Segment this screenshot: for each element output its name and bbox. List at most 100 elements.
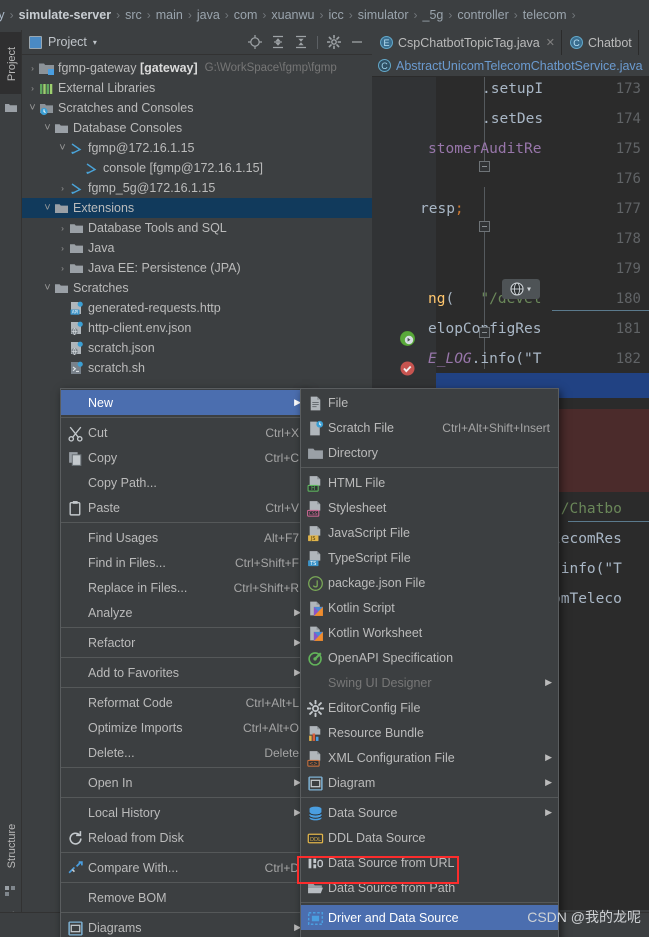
- menu-item-find-in-files[interactable]: Find in Files... Ctrl+Shift+F: [61, 550, 307, 575]
- project-tree[interactable]: › fgmp-gateway [gateway] G:\WorkSpace\fgmp…: [22, 55, 372, 378]
- breadcrumb-item-com[interactable]: com: [232, 8, 260, 22]
- menu-item-cut[interactable]: Cut Ctrl+X: [61, 420, 307, 445]
- breadcrumb-item--5g[interactable]: _5g: [421, 8, 446, 22]
- menu-item-new[interactable]: New ▶: [61, 390, 307, 415]
- menu-item-diagrams[interactable]: Diagrams ▶: [61, 915, 307, 937]
- chevron-right-icon[interactable]: ›: [26, 83, 39, 93]
- tree-row[interactable]: ›console [fgmp@172.16.1.15]: [22, 158, 372, 178]
- chevron-down-icon[interactable]: ˅: [26, 102, 39, 114]
- menu-item-remove-bom[interactable]: Remove BOM: [61, 885, 307, 910]
- chevron-right-icon[interactable]: ›: [26, 63, 39, 73]
- submenu-item-data-source-from-url[interactable]: Data Source from URL: [301, 850, 558, 875]
- breadcrumb-item-telecom[interactable]: telecom: [521, 8, 569, 22]
- menu-item-open-in[interactable]: Open In ▶: [61, 770, 307, 795]
- chevron-down-icon[interactable]: ˅: [41, 202, 54, 214]
- menu-item-analyze[interactable]: Analyze ▶: [61, 600, 307, 625]
- submenu-item-scratch-file[interactable]: Scratch File Ctrl+Alt+Shift+Insert: [301, 415, 558, 440]
- hide-panel-icon[interactable]: [350, 35, 364, 49]
- bookmark-gutter-icon[interactable]: [400, 361, 415, 376]
- tree-row[interactable]: › Database Tools and SQL: [22, 218, 372, 238]
- fold-toggle-icon[interactable]: [479, 327, 490, 338]
- breadcrumb-item-controller[interactable]: controller: [455, 8, 510, 22]
- submenu-item-html-file[interactable]: H HTML File: [301, 470, 558, 495]
- menu-item-local-history[interactable]: Local History ▶: [61, 800, 307, 825]
- submenu-item-kotlin-worksheet[interactable]: Kotlin Worksheet: [301, 620, 558, 645]
- tree-row[interactable]: ›APIgenerated-requests.http: [22, 298, 372, 318]
- close-icon[interactable]: ✕: [546, 36, 555, 49]
- submenu-item-directory[interactable]: Directory: [301, 440, 558, 465]
- submenu-item-data-source-from-path[interactable]: Data Source from Path: [301, 875, 558, 900]
- chevron-down-icon[interactable]: ˅: [56, 142, 69, 154]
- breadcrumb-item-simulate-server[interactable]: simulate-server: [17, 8, 113, 22]
- menu-item-copy-path[interactable]: Copy Path...: [61, 470, 307, 495]
- tree-row[interactable]: › fgmp-gateway [gateway] G:\WorkSpace\fgmp…: [22, 58, 372, 78]
- collapse-all-icon[interactable]: [294, 35, 308, 49]
- fold-toggle-icon[interactable]: [479, 221, 490, 232]
- chevron-right-icon[interactable]: ›: [56, 223, 69, 233]
- context-menu[interactable]: New ▶ Cut Ctrl+X Copy Ctrl+C Copy Path... Paste…: [60, 388, 308, 937]
- tree-row[interactable]: ›scratch.json: [22, 338, 372, 358]
- locate-icon[interactable]: [248, 35, 262, 49]
- editor-tab[interactable]: C Chatbot: [562, 30, 639, 55]
- submenu-item-driver-and-data-source[interactable]: Driver and Data Source: [301, 905, 558, 930]
- tree-row[interactable]: › External Libraries: [22, 78, 372, 98]
- submenu-item-driver[interactable]: Driver: [301, 930, 558, 937]
- chevron-down-icon[interactable]: ˅: [41, 282, 54, 294]
- submenu-item-openapi-specification[interactable]: OpenAPI Specification: [301, 645, 558, 670]
- editor-tab[interactable]: E CspChatbotTopicTag.java ✕: [372, 30, 562, 55]
- sidebar-item-project[interactable]: Project: [6, 38, 18, 90]
- tree-row[interactable]: ˅ Scratches: [22, 278, 372, 298]
- submenu-item-editorconfig-file[interactable]: EditorConfig File: [301, 695, 558, 720]
- breadcrumb[interactable]: teway›simulate-server›src›main›java›com›…: [0, 0, 649, 30]
- breadcrumb-item-main[interactable]: main: [154, 8, 185, 22]
- sidebar-item-structure[interactable]: Structure: [6, 812, 18, 880]
- submenu-item-diagram[interactable]: Diagram ▶: [301, 770, 558, 795]
- fold-toggle-icon[interactable]: [479, 161, 490, 172]
- run-gutter-icon[interactable]: [400, 331, 415, 346]
- submenu-item-javascript-file[interactable]: JS JavaScript File: [301, 520, 558, 545]
- submenu-item-xml-configuration-file[interactable]: <> XML Configuration File ▶: [301, 745, 558, 770]
- tree-row[interactable]: ˅ Extensions: [22, 198, 372, 218]
- breadcrumb-item-src[interactable]: src: [123, 8, 144, 22]
- editor-tab-bar[interactable]: E CspChatbotTopicTag.java ✕ C Chatbot: [372, 30, 649, 55]
- submenu-item-kotlin-script[interactable]: Kotlin Script: [301, 595, 558, 620]
- submenu-item-file[interactable]: File: [301, 390, 558, 415]
- tree-row[interactable]: ˅ Scratches and Consoles: [22, 98, 372, 118]
- tree-row[interactable]: › Java: [22, 238, 372, 258]
- menu-item-compare-with[interactable]: Compare With... Ctrl+D: [61, 855, 307, 880]
- tree-row[interactable]: ˅ Database Consoles: [22, 118, 372, 138]
- tree-row[interactable]: ˅ fgmp@172.16.1.15: [22, 138, 372, 158]
- tree-row[interactable]: › Java EE: Persistence (JPA): [22, 258, 372, 278]
- breadcrumb-item-teway[interactable]: teway: [0, 8, 7, 22]
- chevron-right-icon[interactable]: ›: [56, 183, 69, 193]
- chevron-right-icon[interactable]: ›: [56, 243, 69, 253]
- chevron-down-icon[interactable]: ˅: [41, 122, 54, 134]
- menu-item-copy[interactable]: Copy Ctrl+C: [61, 445, 307, 470]
- expand-all-icon[interactable]: [271, 35, 285, 49]
- breadcrumb-item-java[interactable]: java: [195, 8, 222, 22]
- submenu-item-typescript-file[interactable]: TS TypeScript File: [301, 545, 558, 570]
- editor-sub-tab[interactable]: C AbstractUnicomTelecomChatbotService.ja…: [372, 55, 649, 77]
- web-reference-widget[interactable]: ▾: [502, 279, 540, 299]
- tree-row[interactable]: ›http-client.env.json: [22, 318, 372, 338]
- submenu-item-data-source[interactable]: Data Source ▶: [301, 800, 558, 825]
- menu-item-replace-in-files[interactable]: Replace in Files... Ctrl+Shift+R: [61, 575, 307, 600]
- menu-item-delete[interactable]: Delete... Delete: [61, 740, 307, 765]
- menu-item-reload-from-disk[interactable]: Reload from Disk: [61, 825, 307, 850]
- menu-item-find-usages[interactable]: Find Usages Alt+F7: [61, 525, 307, 550]
- breadcrumb-item-simulator[interactable]: simulator: [356, 8, 411, 22]
- menu-item-reformat-code[interactable]: Reformat Code Ctrl+Alt+L: [61, 690, 307, 715]
- submenu-item-resource-bundle[interactable]: Resource Bundle: [301, 720, 558, 745]
- submenu-item-stylesheet[interactable]: CSS Stylesheet: [301, 495, 558, 520]
- breadcrumb-item-icc[interactable]: icc: [327, 8, 346, 22]
- menu-item-optimize-imports[interactable]: Optimize Imports Ctrl+Alt+O: [61, 715, 307, 740]
- chevron-right-icon[interactable]: ›: [56, 263, 69, 273]
- tree-row[interactable]: › fgmp_5g@172.16.1.15: [22, 178, 372, 198]
- new-submenu[interactable]: File Scratch File Ctrl+Alt+Shift+Insert Dir…: [300, 388, 559, 937]
- menu-item-add-to-favorites[interactable]: Add to Favorites ▶: [61, 660, 307, 685]
- breadcrumb-item-xuanwu[interactable]: xuanwu: [269, 8, 316, 22]
- menu-item-paste[interactable]: Paste Ctrl+V: [61, 495, 307, 520]
- submenu-item-ddl-data-source[interactable]: DDL DDL Data Source: [301, 825, 558, 850]
- tree-row[interactable]: ›scratch.sh: [22, 358, 372, 378]
- menu-item-refactor[interactable]: Refactor ▶: [61, 630, 307, 655]
